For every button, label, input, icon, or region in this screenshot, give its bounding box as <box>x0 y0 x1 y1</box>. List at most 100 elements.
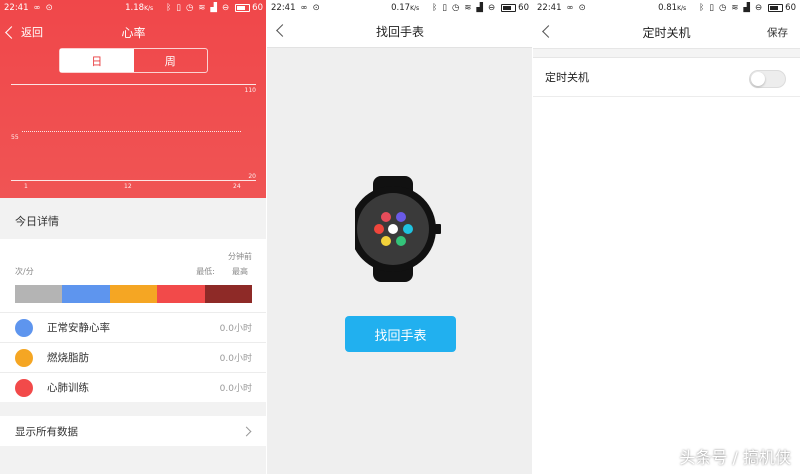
battery-icon <box>235 4 251 12</box>
setting-label: 定时关机 <box>545 71 589 84</box>
toggle-knob <box>751 72 765 86</box>
show-all-data-label: 显示所有数据 <box>15 425 78 438</box>
chart-baseline <box>11 180 256 181</box>
dnd-icon: ⊖ <box>755 3 763 13</box>
section-title: 今日详情 <box>0 202 267 239</box>
shutdown-toggle[interactable] <box>749 70 786 88</box>
unit-label: 次/分 <box>15 267 34 276</box>
zone-name: 心肺训练 <box>47 382 89 394</box>
zone-dot-icon <box>15 318 33 337</box>
wifi-icon: ≋ <box>731 3 739 13</box>
back-chevron-icon <box>276 24 289 37</box>
status-time: 22:41 <box>4 3 29 13</box>
heart-rate-header-panel: 22:41 ∞ ⊙ 1.18K/s ᛒ ▯ ◷ ≋ ▟ ⊖ 60 返回 心率 日… <box>0 0 267 198</box>
chart-top-gridline <box>11 84 256 85</box>
zone-dot-icon <box>15 378 33 397</box>
timed-shutdown-screen: 22:41 ∞ ⊙ 0.81K/s ᛒ ▯ ◷ ≋ ▟ ⊖ 60 定时关机 保存… <box>533 0 800 474</box>
zone-row[interactable]: 燃烧脂肪 0.0小时 <box>0 342 267 372</box>
zone-row[interactable]: 正常安静心率 0.0小时 <box>0 312 267 342</box>
status-time: 22:41 <box>537 3 562 13</box>
status-bar: 22:41 ∞ ⊙ 0.17K/s ᛒ ▯ ◷ ≋ ▟ ⊖ 60 <box>267 0 533 16</box>
zone-bar <box>15 285 253 303</box>
zone-value: 0.0小时 <box>219 384 252 394</box>
back-label: 返回 <box>21 26 43 39</box>
back-button[interactable]: 返回 <box>0 24 43 40</box>
signal-icon: ▟ <box>210 3 218 13</box>
find-watch-button[interactable]: 找回手表 <box>345 316 456 352</box>
app-bar: 找回手表 <box>267 16 533 48</box>
x-tick-mid: 12 <box>124 183 132 190</box>
back-chevron-icon <box>5 25 18 39</box>
alarm-icon: ◷ <box>718 3 727 13</box>
wifi-icon: ≋ <box>198 3 206 13</box>
zone-row[interactable]: 心肺训练 0.0小时 <box>0 372 267 402</box>
zone-bar-segment <box>62 285 110 303</box>
smartwatch-icon <box>355 176 441 282</box>
bluetooth-icon: ᛒ <box>699 3 705 13</box>
status-bar: 22:41 ∞ ⊙ 1.18K/s ᛒ ▯ ◷ ≋ ▟ ⊖ 60 <box>0 0 267 16</box>
page-title: 找回手表 <box>375 25 424 39</box>
battery-level: 60 <box>785 3 796 13</box>
dnd-icon: ⊖ <box>222 3 230 13</box>
show-all-data-row[interactable]: 显示所有数据 <box>0 416 267 446</box>
back-button[interactable] <box>533 24 555 39</box>
zone-name: 燃烧脂肪 <box>47 352 89 364</box>
heart-rate-screen: 22:41 ∞ ⊙ 1.18K/s ᛒ ▯ ◷ ≋ ▟ ⊖ 60 返回 心率 日… <box>0 0 267 474</box>
zone-bar-segment <box>109 285 158 303</box>
zone-dot-icon <box>15 348 33 367</box>
battery-level: 60 <box>518 3 529 13</box>
vibrate-icon: ▯ <box>176 3 181 13</box>
infinity-icon: ∞ <box>300 3 308 13</box>
chart-mid-gridline <box>22 131 241 132</box>
chevron-right-icon <box>241 426 252 436</box>
minutes-ago-label: 分钟前 <box>228 252 252 261</box>
vibrate-icon: ▯ <box>709 3 714 13</box>
infinity-icon: ∞ <box>566 3 574 13</box>
back-button[interactable] <box>267 24 289 38</box>
x-tick-end: 24 <box>233 183 241 190</box>
network-speed: 0.81K/s <box>658 3 687 13</box>
app-bar: 返回 心率 <box>0 16 267 48</box>
battery-icon <box>768 4 784 12</box>
app-bar: 定时关机 保存 <box>533 16 800 48</box>
watermark: 头条号 / 搞机侠 <box>679 448 791 467</box>
tab-week[interactable]: 周 <box>134 49 208 72</box>
x-tick-start: 1 <box>24 183 28 190</box>
divider <box>533 48 800 58</box>
network-speed: 1.18K/s <box>125 3 154 13</box>
check-circle-icon: ⊙ <box>578 3 586 13</box>
zone-value: 0.0小时 <box>219 354 252 364</box>
signal-icon: ▟ <box>743 3 751 13</box>
signal-icon: ▟ <box>476 3 484 13</box>
back-chevron-icon <box>542 24 555 38</box>
lowest-label: 最低: <box>196 267 215 276</box>
status-bar: 22:41 ∞ ⊙ 0.81K/s ᛒ ▯ ◷ ≋ ▟ ⊖ 60 <box>533 0 800 16</box>
alarm-icon: ◷ <box>451 3 460 13</box>
battery-level: 60 <box>252 3 263 13</box>
zone-list: 正常安静心率 0.0小时 燃烧脂肪 0.0小时 心肺训练 0.0小时 <box>0 312 267 402</box>
y-tick-mid: 55 <box>11 134 19 141</box>
zone-bar-segment <box>157 285 205 303</box>
alarm-icon: ◷ <box>185 3 194 13</box>
zone-bar-segment <box>15 285 63 303</box>
check-circle-icon: ⊙ <box>312 3 320 13</box>
save-button[interactable]: 保存 <box>767 25 788 40</box>
period-tabs: 日 周 <box>59 48 208 73</box>
wifi-icon: ≋ <box>464 3 472 13</box>
bluetooth-icon: ᛒ <box>432 3 438 13</box>
zone-bar-segment <box>204 285 253 303</box>
y-tick-min: 20 <box>248 173 256 180</box>
find-watch-screen: 22:41 ∞ ⊙ 0.17K/s ᛒ ▯ ◷ ≋ ▟ ⊖ 60 找回手表 找回… <box>267 0 533 474</box>
network-speed: 0.17K/s <box>391 3 420 13</box>
tab-day[interactable]: 日 <box>60 49 134 72</box>
summary-card: 次/分 分钟前 最低: 最高 <box>0 239 267 312</box>
y-tick-max: 110 <box>244 87 256 94</box>
status-time: 22:41 <box>271 3 296 13</box>
check-circle-icon: ⊙ <box>45 3 53 13</box>
page-title: 定时关机 <box>642 25 691 40</box>
highest-label: 最高 <box>232 267 248 276</box>
vibrate-icon: ▯ <box>442 3 447 13</box>
infinity-icon: ∞ <box>33 3 41 13</box>
dnd-icon: ⊖ <box>488 3 496 13</box>
battery-icon <box>501 4 517 12</box>
